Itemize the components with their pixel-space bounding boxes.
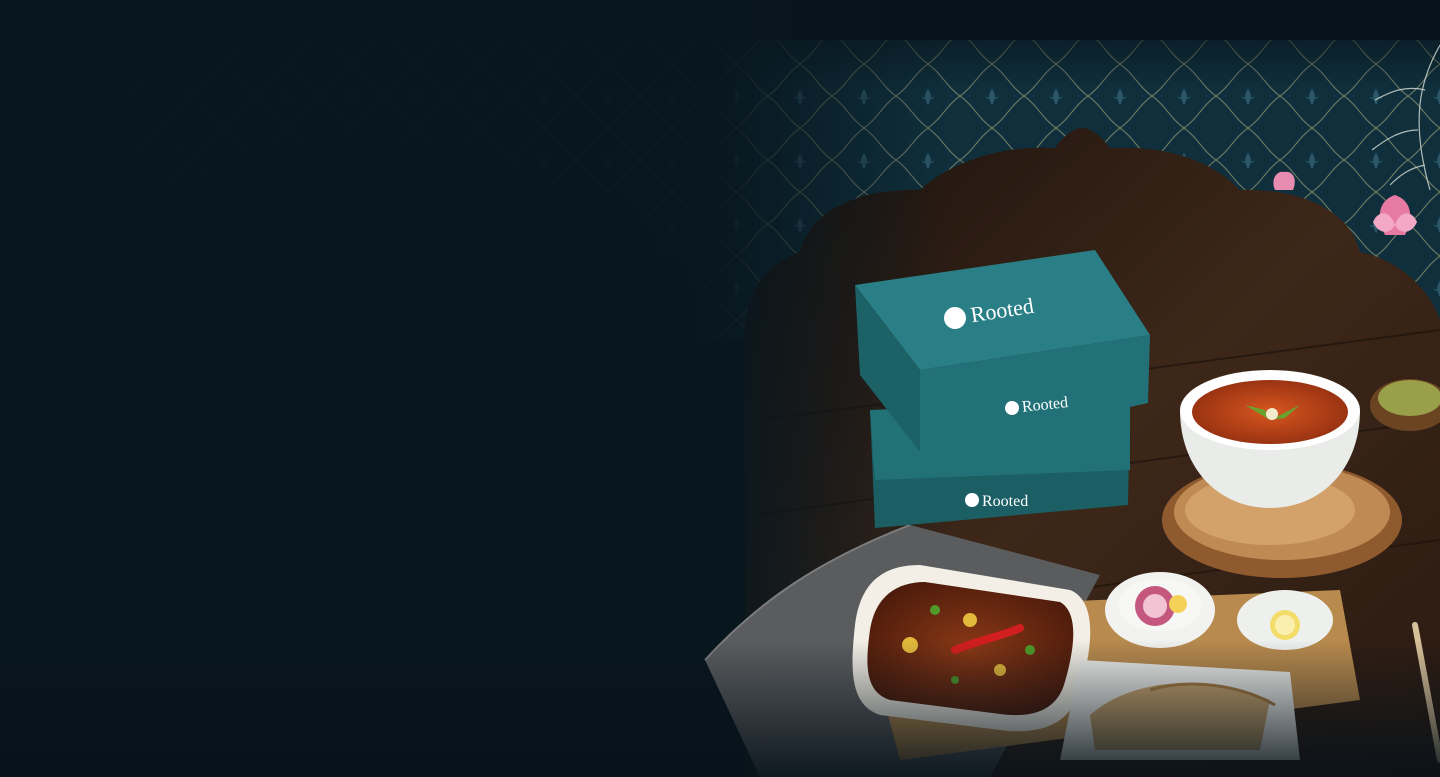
gift-box-stack [855, 250, 1150, 528]
svg-text:Rooted: Rooted [982, 493, 1028, 510]
hero-banner: Rooted Rooted Rooted [0, 0, 1440, 777]
hero-illustration: Rooted Rooted Rooted [0, 0, 1440, 777]
